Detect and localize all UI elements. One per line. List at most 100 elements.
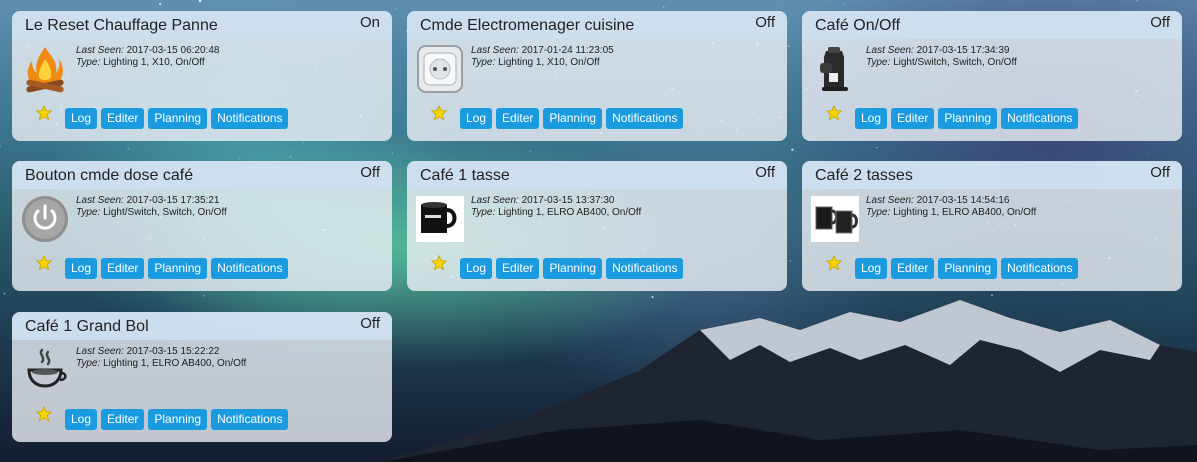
card-header: Café On/Off Off	[802, 11, 1182, 39]
log-button[interactable]: Log	[65, 409, 98, 430]
last-seen-value: 2017-03-15 17:34:39	[916, 45, 1010, 56]
card-header: Café 2 tasses Off	[802, 161, 1182, 189]
device-status: Off	[755, 14, 775, 31]
edit-button[interactable]: Editer	[496, 108, 540, 129]
last-seen-value: 2017-03-15 17:35:21	[126, 195, 220, 206]
card-header: Bouton cmde dose café Off	[12, 161, 392, 189]
planning-button[interactable]: Planning	[938, 258, 998, 279]
favorite-star-icon[interactable]	[36, 255, 52, 271]
device-status: Off	[360, 164, 380, 181]
notifications-button[interactable]: Notifications	[1001, 258, 1079, 279]
device-meta: Last Seen: 2017-03-15 13:37:30 Type: Lig…	[471, 195, 641, 219]
edit-button[interactable]: Editer	[891, 258, 935, 279]
log-button[interactable]: Log	[855, 258, 888, 279]
type-value: Lighting 1, ELRO AB400, On/Off	[103, 358, 247, 369]
notifications-button[interactable]: Notifications	[211, 409, 289, 430]
device-card-cafe-2-tasses: Café 2 tasses Off Last Seen: 2017-03-15 …	[802, 161, 1182, 291]
device-name: Café On/Off	[815, 17, 901, 34]
device-name: Cmde Electromenager cuisine	[420, 17, 635, 34]
device-card-reset-chauffage: Le Reset Chauffage Panne On Last Seen: 2…	[12, 11, 392, 141]
card-header: Le Reset Chauffage Panne On	[12, 11, 392, 39]
notifications-button[interactable]: Notifications	[606, 258, 684, 279]
edit-button[interactable]: Editer	[101, 108, 145, 129]
type-label: Type:	[866, 207, 891, 218]
edit-button[interactable]: Editer	[496, 258, 540, 279]
favorite-star-icon[interactable]	[431, 255, 447, 271]
last-seen-value: 2017-03-15 15:22:22	[126, 346, 220, 357]
log-button[interactable]: Log	[65, 108, 98, 129]
device-card-bouton-dose-cafe: Bouton cmde dose café Off Last Seen: 201…	[12, 161, 392, 291]
favorite-star-icon[interactable]	[431, 105, 447, 121]
last-seen-value: 2017-01-24 11:23:05	[521, 45, 614, 56]
notifications-button[interactable]: Notifications	[1001, 108, 1079, 129]
action-buttons: Log Editer Planning Notifications	[65, 409, 292, 430]
planning-button[interactable]: Planning	[543, 258, 603, 279]
favorite-star-icon[interactable]	[826, 105, 842, 121]
device-card-cafe-grand-bol: Café 1 Grand Bol Off Last Seen: 2017-03-…	[12, 312, 392, 442]
device-status: Off	[1150, 14, 1170, 31]
type-value: Lighting 1, ELRO AB400, On/Off	[498, 207, 642, 218]
device-status: On	[359, 14, 380, 31]
favorite-star-icon[interactable]	[826, 255, 842, 271]
two-cups-icon[interactable]	[810, 193, 860, 245]
device-card-electromenager: Cmde Electromenager cuisine Off Last See…	[407, 11, 787, 141]
action-buttons: Log Editer Planning Notifications	[855, 258, 1082, 279]
log-button[interactable]: Log	[855, 108, 888, 129]
type-value: Lighting 1, X10, On/Off	[103, 57, 205, 68]
action-buttons: Log Editer Planning Notifications	[65, 258, 292, 279]
notifications-button[interactable]: Notifications	[211, 258, 289, 279]
type-value: Lighting 1, X10, On/Off	[498, 57, 600, 68]
last-seen-label: Last Seen:	[866, 45, 914, 56]
log-button[interactable]: Log	[65, 258, 98, 279]
edit-button[interactable]: Editer	[101, 409, 145, 430]
last-seen-value: 2017-03-15 13:37:30	[521, 195, 615, 206]
last-seen-label: Last Seen:	[76, 45, 124, 56]
last-seen-label: Last Seen:	[471, 45, 519, 56]
type-label: Type:	[866, 57, 891, 68]
favorite-star-icon[interactable]	[36, 406, 52, 422]
type-label: Type:	[471, 57, 496, 68]
planning-button[interactable]: Planning	[148, 258, 208, 279]
fire-icon[interactable]	[20, 43, 70, 95]
device-card-cafe-onoff: Café On/Off Off Last Seen: 2017-03-15 17…	[802, 11, 1182, 141]
planning-button[interactable]: Planning	[938, 108, 998, 129]
type-value: Lighting 1, ELRO AB400, On/Off	[893, 207, 1037, 218]
last-seen-label: Last Seen:	[471, 195, 519, 206]
wall-socket-icon[interactable]	[415, 43, 465, 95]
type-value: Light/Switch, Switch, On/Off	[893, 57, 1017, 68]
type-label: Type:	[76, 57, 101, 68]
log-button[interactable]: Log	[460, 108, 493, 129]
planning-button[interactable]: Planning	[148, 409, 208, 430]
device-meta: Last Seen: 2017-03-15 15:22:22 Type: Lig…	[76, 346, 246, 370]
type-label: Type:	[471, 207, 496, 218]
last-seen-value: 2017-03-15 14:54:16	[916, 195, 1010, 206]
coffee-machine-icon[interactable]	[810, 43, 860, 95]
log-button[interactable]: Log	[460, 258, 493, 279]
last-seen-label: Last Seen:	[866, 195, 914, 206]
device-status: Off	[755, 164, 775, 181]
device-name: Bouton cmde dose café	[25, 167, 194, 184]
edit-button[interactable]: Editer	[101, 258, 145, 279]
edit-button[interactable]: Editer	[891, 108, 935, 129]
device-meta: Last Seen: 2017-01-24 11:23:05 Type: Lig…	[471, 45, 614, 69]
action-buttons: Log Editer Planning Notifications	[460, 108, 687, 129]
favorite-star-icon[interactable]	[36, 105, 52, 121]
device-meta: Last Seen: 2017-03-15 17:34:39 Type: Lig…	[866, 45, 1017, 69]
notifications-button[interactable]: Notifications	[606, 108, 684, 129]
planning-button[interactable]: Planning	[543, 108, 603, 129]
device-name: Café 1 Grand Bol	[25, 318, 149, 335]
device-name: Café 1 tasse	[420, 167, 510, 184]
last-seen-value: 2017-03-15 06:20:48	[126, 45, 220, 56]
action-buttons: Log Editer Planning Notifications	[855, 108, 1082, 129]
power-button-icon[interactable]	[20, 193, 70, 245]
device-name: Le Reset Chauffage Panne	[25, 17, 218, 34]
card-header: Café 1 Grand Bol Off	[12, 312, 392, 340]
type-label: Type:	[76, 358, 101, 369]
card-header: Cmde Electromenager cuisine Off	[407, 11, 787, 39]
action-buttons: Log Editer Planning Notifications	[65, 108, 292, 129]
planning-button[interactable]: Planning	[148, 108, 208, 129]
notifications-button[interactable]: Notifications	[211, 108, 289, 129]
action-buttons: Log Editer Planning Notifications	[460, 258, 687, 279]
steaming-bowl-icon[interactable]	[20, 344, 70, 396]
cup-icon[interactable]	[415, 193, 465, 245]
